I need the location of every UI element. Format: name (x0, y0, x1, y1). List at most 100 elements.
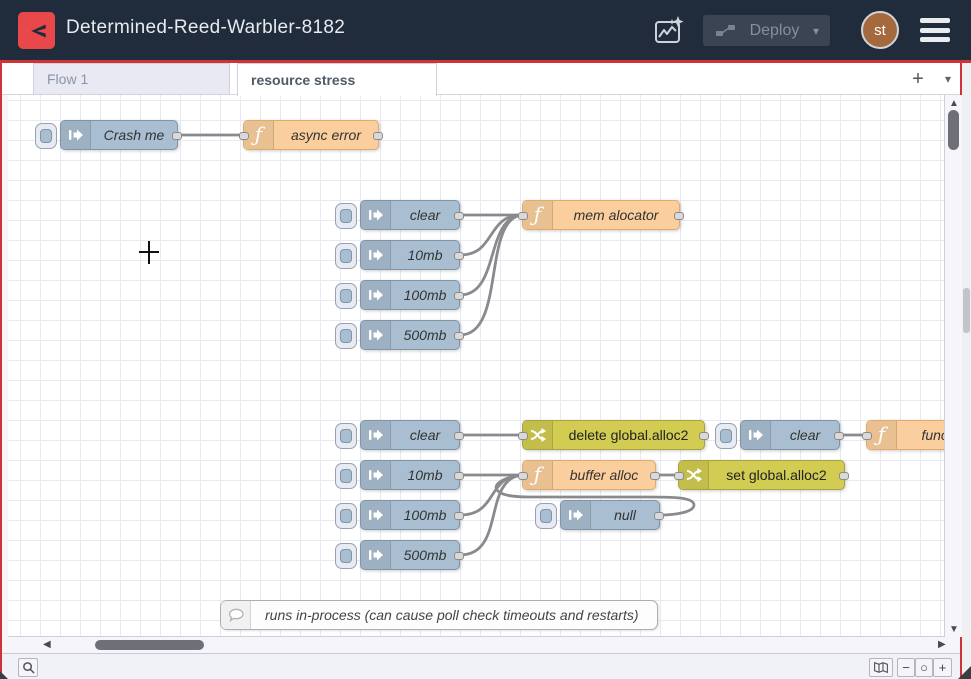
output-port[interactable] (834, 432, 844, 440)
node-function-mem-alocator[interactable]: ƒ mem alocator (522, 200, 680, 230)
scroll-up-icon[interactable]: ▲ (949, 99, 959, 109)
zoom-reset-icon[interactable]: ○ (915, 658, 933, 677)
inject-button-inner (720, 429, 732, 443)
node-inject-null[interactable]: null (560, 500, 660, 530)
inject-button[interactable] (335, 323, 357, 349)
node-label: delete global.alloc2 (553, 421, 704, 449)
node-label: clear (391, 201, 459, 229)
output-port[interactable] (454, 332, 464, 340)
inject-button[interactable] (335, 243, 357, 269)
node-inject-clear-2[interactable]: clear (360, 420, 460, 450)
node-change-set-global-alloc2[interactable]: set global.alloc2 (678, 460, 845, 490)
deploy-button[interactable]: Deploy ▾ (703, 15, 830, 46)
menu-bar (920, 28, 950, 33)
node-inject-500mb[interactable]: 500mb (360, 320, 460, 350)
zoom-out-icon[interactable]: − (897, 658, 915, 677)
horizontal-scrollbar[interactable]: ◀ ▶ (2, 637, 960, 653)
scroll-left-icon[interactable]: ◀ (43, 640, 51, 650)
node-inject-100mb[interactable]: 100mb (360, 280, 460, 310)
node-label: 10mb (391, 461, 459, 489)
inject-button[interactable] (335, 503, 357, 529)
user-avatar[interactable]: st (861, 11, 899, 49)
inject-button-inner (340, 209, 352, 223)
tab-label: resource stress (251, 72, 355, 88)
output-port[interactable] (454, 292, 464, 300)
node-inject-crash-me[interactable]: Crash me (60, 120, 178, 150)
inject-button[interactable] (335, 203, 357, 229)
input-port[interactable] (518, 472, 528, 480)
deploy-icon (716, 24, 736, 37)
node-function-buffer-alloc[interactable]: ƒ buffer alloc (522, 460, 656, 490)
node-inject-100mb-2[interactable]: 100mb (360, 500, 460, 530)
deploy-chevron-down-icon[interactable]: ▾ (813, 24, 819, 38)
vertical-scrollbar[interactable]: ▲ ▼ (945, 95, 962, 637)
output-port[interactable] (454, 432, 464, 440)
node-label: buffer alloc (553, 461, 655, 489)
add-flow-button[interactable]: + (905, 65, 931, 93)
input-port[interactable] (518, 212, 528, 220)
node-function-async-error[interactable]: ƒ async error (243, 120, 379, 150)
flow-tab-bar: Flow 1 resource stress + ▾ (2, 63, 960, 95)
horizontal-scrollbar-thumb[interactable] (95, 640, 204, 650)
window-scrollbar-thumb[interactable] (963, 288, 970, 333)
inject-button[interactable] (335, 423, 357, 449)
tab-resource-stress[interactable]: resource stress (237, 63, 437, 96)
output-port[interactable] (674, 212, 684, 220)
inject-button-inner (340, 469, 352, 483)
output-port[interactable] (454, 472, 464, 480)
flow-list-chevron-down-icon[interactable]: ▾ (936, 65, 960, 93)
node-function-function[interactable]: ƒ function (866, 420, 945, 450)
flow-canvas[interactable]: Crash me ƒ async error clear 10mb 100mb (8, 95, 945, 637)
inject-arrow-icon (561, 501, 591, 529)
output-port[interactable] (699, 432, 709, 440)
search-icon[interactable] (18, 658, 38, 677)
inject-button[interactable] (535, 503, 557, 529)
zoom-in-icon[interactable]: + (933, 658, 952, 677)
vertical-scrollbar-thumb[interactable] (948, 110, 959, 150)
output-port[interactable] (650, 472, 660, 480)
node-inject-10mb[interactable]: 10mb (360, 240, 460, 270)
node-inject-clear[interactable]: clear (360, 200, 460, 230)
input-port[interactable] (862, 432, 872, 440)
input-port[interactable] (674, 472, 684, 480)
node-change-delete-global-alloc2[interactable]: delete global.alloc2 (522, 420, 705, 450)
tab-flow-1[interactable]: Flow 1 (33, 63, 230, 95)
resize-handle[interactable] (958, 666, 971, 679)
output-port[interactable] (454, 552, 464, 560)
node-label: set global.alloc2 (709, 461, 844, 489)
input-port[interactable] (518, 432, 528, 440)
window-scrollbar[interactable] (962, 63, 971, 679)
output-port[interactable] (454, 252, 464, 260)
comment-bubble-icon (221, 601, 251, 629)
node-inject-clear-3[interactable]: clear (740, 420, 840, 450)
node-label: clear (391, 421, 459, 449)
node-inject-10mb-2[interactable]: 10mb (360, 460, 460, 490)
screenshot-ai-icon[interactable] (651, 13, 687, 49)
scroll-right-icon[interactable]: ▶ (938, 640, 946, 650)
scroll-down-icon[interactable]: ▼ (949, 625, 959, 635)
flowfuse-logo[interactable] (18, 12, 55, 49)
output-port[interactable] (454, 512, 464, 520)
wire[interactable] (460, 215, 522, 255)
node-red-editor: Determined-Reed-Warbler-8182 Deploy ▾ st (0, 0, 971, 679)
output-port[interactable] (454, 212, 464, 220)
output-port[interactable] (654, 512, 664, 520)
inject-button[interactable] (335, 463, 357, 489)
inject-button[interactable] (335, 283, 357, 309)
input-port[interactable] (239, 132, 249, 140)
inject-button[interactable] (335, 543, 357, 569)
output-port[interactable] (172, 132, 182, 140)
output-port[interactable] (839, 472, 849, 480)
inject-button[interactable] (715, 423, 737, 449)
inject-arrow-icon (61, 121, 91, 149)
wires-layer (8, 95, 945, 637)
navigator-map-icon[interactable] (869, 658, 893, 677)
inject-button[interactable] (35, 123, 57, 149)
menu-bar (920, 18, 950, 23)
inject-arrow-icon (361, 501, 391, 529)
node-comment[interactable]: runs in-process (can cause poll check ti… (220, 600, 658, 630)
inject-button-inner (40, 129, 52, 143)
main-menu-icon[interactable] (920, 18, 950, 42)
node-inject-500mb-2[interactable]: 500mb (360, 540, 460, 570)
output-port[interactable] (373, 132, 383, 140)
